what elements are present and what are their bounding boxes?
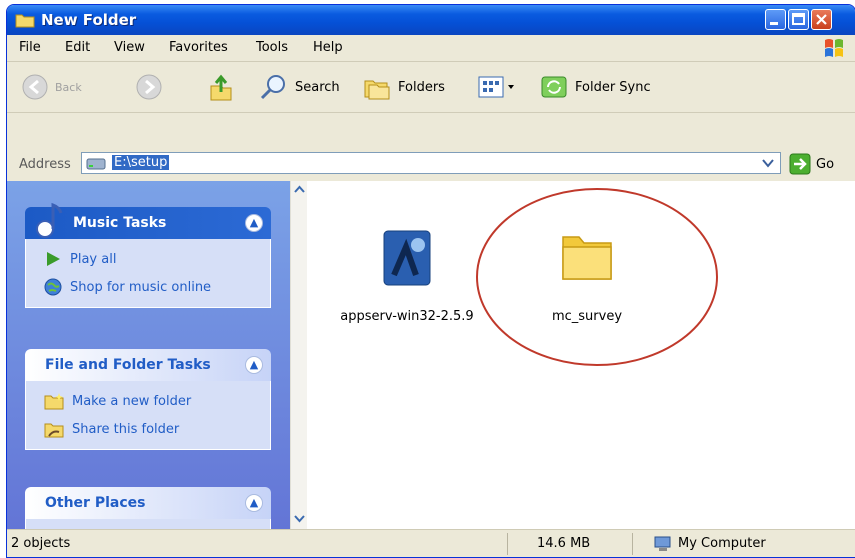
- folder-sync-button[interactable]: Folder Sync: [539, 72, 651, 102]
- minimize-icon: [770, 22, 778, 25]
- menu-bar: File Edit View Favorites Tools Help: [7, 35, 855, 62]
- collapse-icon[interactable]: ▲: [245, 214, 263, 232]
- back-arrow-icon: [22, 74, 48, 100]
- file-name: appserv-win32-2.5.9: [340, 309, 474, 324]
- other-places-title: Other Places: [45, 495, 146, 511]
- chevron-down-icon[interactable]: [762, 158, 774, 168]
- file-list: appserv-win32-2.5.9 mc_survey: [307, 181, 855, 529]
- menu-view[interactable]: View: [114, 40, 145, 55]
- collapse-icon[interactable]: ▲: [245, 356, 263, 374]
- address-label: Address: [19, 157, 71, 172]
- address-value: E:\setup: [112, 155, 170, 170]
- menu-help[interactable]: Help: [313, 40, 343, 55]
- minimize-button[interactable]: [765, 9, 786, 30]
- computer-icon: [654, 536, 671, 551]
- windows-logo-icon: [825, 39, 843, 57]
- globe-icon: [44, 278, 62, 296]
- installer-icon: [383, 230, 431, 286]
- music-tasks-title: Music Tasks: [73, 215, 167, 231]
- location-zone: My Computer: [678, 536, 766, 551]
- task-label: Play all: [70, 251, 117, 267]
- music-tasks-header[interactable]: Music Tasks ▲: [25, 202, 271, 239]
- music-tasks-panel: Music Tasks ▲ Play all Shop for music on…: [25, 202, 271, 308]
- menu-tools[interactable]: Tools: [256, 40, 288, 55]
- play-icon: [47, 252, 60, 266]
- menu-edit[interactable]: Edit: [65, 40, 90, 55]
- task-play-all[interactable]: Play all: [26, 245, 270, 273]
- scroll-up-icon[interactable]: [294, 185, 305, 193]
- file-folder-tasks-panel: File and Folder Tasks ▲ Make a new folde…: [25, 349, 271, 450]
- window-title: New Folder: [41, 11, 137, 29]
- file-folder-tasks-header[interactable]: File and Folder Tasks ▲: [25, 349, 271, 381]
- task-label: Share this folder: [72, 421, 180, 437]
- search-label: Search: [295, 79, 340, 95]
- menu-favorites[interactable]: Favorites: [169, 40, 228, 55]
- views-button[interactable]: [477, 72, 517, 102]
- views-icon: [478, 76, 514, 98]
- back-button[interactable]: Back: [21, 72, 82, 102]
- folder-sync-icon: [541, 76, 567, 98]
- share-folder-icon: [44, 423, 64, 438]
- music-note-icon: [36, 202, 63, 238]
- up-folder-icon: [210, 74, 232, 101]
- other-places-panel: Other Places ▲: [25, 487, 271, 534]
- object-count: 2 objects: [11, 536, 71, 551]
- address-input[interactable]: E:\setup: [81, 152, 781, 174]
- forward-button[interactable]: [135, 72, 163, 102]
- status-separator: [632, 533, 633, 555]
- title-bar[interactable]: New Folder: [7, 5, 855, 35]
- search-icon: [260, 75, 285, 100]
- close-icon: [816, 14, 827, 25]
- maximize-button[interactable]: [788, 9, 809, 30]
- new-folder-icon: [44, 393, 64, 410]
- maximize-icon: [792, 13, 805, 25]
- collapse-icon[interactable]: ▲: [245, 494, 263, 512]
- folder-sync-label: Folder Sync: [575, 79, 651, 95]
- other-places-header[interactable]: Other Places ▲: [25, 487, 271, 519]
- search-button[interactable]: Search: [257, 72, 340, 102]
- task-label: Make a new folder: [72, 393, 192, 409]
- file-folder-tasks-title: File and Folder Tasks: [45, 357, 211, 373]
- file-folder-tasks-list: Make a new folder Share this folder: [25, 381, 271, 450]
- close-button[interactable]: [811, 9, 832, 30]
- status-bar: 2 objects 14.6 MB My Computer: [7, 529, 855, 557]
- folders-button[interactable]: Folders: [362, 72, 445, 102]
- task-label: Shop for music online: [70, 279, 212, 295]
- explorer-window: New Folder File Edit View Favorites Tool…: [6, 4, 855, 558]
- task-shop-music[interactable]: Shop for music online: [26, 273, 270, 301]
- folder-icon: [15, 14, 35, 28]
- menu-file[interactable]: File: [19, 40, 41, 55]
- go-label: Go: [816, 156, 835, 172]
- go-button[interactable]: Go: [789, 153, 834, 175]
- go-arrow-icon: [789, 153, 811, 175]
- task-pane: Music Tasks ▲ Play all Shop for music on…: [7, 181, 290, 534]
- vertical-scrollbar[interactable]: [290, 181, 308, 529]
- forward-arrow-icon: [136, 74, 162, 100]
- total-size: 14.6 MB: [537, 536, 591, 551]
- back-label: Back: [55, 80, 82, 94]
- toolbar: Back Search Folders Folder Sync: [7, 62, 855, 113]
- address-bar: Address E:\setup Go: [7, 147, 855, 181]
- up-folder-button[interactable]: [207, 72, 235, 102]
- highlight-circle: [476, 188, 718, 366]
- task-make-new-folder[interactable]: Make a new folder: [26, 387, 270, 415]
- task-share-folder[interactable]: Share this folder: [26, 415, 270, 443]
- file-item[interactable]: appserv-win32-2.5.9: [327, 227, 487, 324]
- folders-icon: [364, 80, 390, 100]
- music-tasks-list: Play all Shop for music online: [25, 239, 271, 308]
- status-separator: [507, 533, 508, 555]
- scroll-down-icon[interactable]: [294, 515, 305, 523]
- folders-label: Folders: [398, 79, 445, 95]
- drive-icon: [86, 158, 106, 170]
